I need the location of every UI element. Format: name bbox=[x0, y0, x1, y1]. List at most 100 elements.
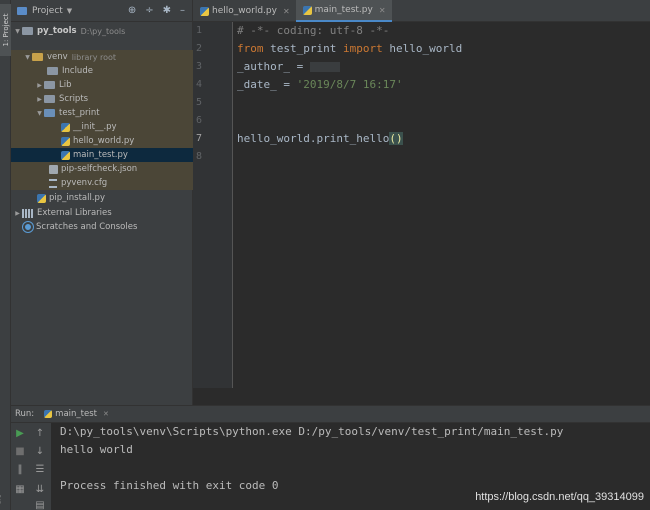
python-file-icon bbox=[44, 410, 53, 418]
tree-item-py-tools[interactable]: ▼ py_tools D:\py_tools bbox=[11, 24, 193, 38]
line-number: 5 bbox=[195, 97, 202, 108]
keyword-from: from bbox=[237, 42, 264, 55]
console-line: D:\py_tools\venv\Scripts\python.exe D:/p… bbox=[60, 425, 564, 438]
tree-item-init-py[interactable]: __init__.py bbox=[11, 120, 193, 134]
run-tab-main-test[interactable]: main_test ✕ bbox=[44, 409, 109, 419]
close-icon[interactable]: ✕ bbox=[379, 6, 386, 15]
tree-item-label: test_print bbox=[59, 108, 100, 118]
line-number: 1 bbox=[195, 25, 202, 36]
tree-item-label: pyvenv.cfg bbox=[61, 178, 108, 188]
tree-item-label: Scripts bbox=[59, 94, 89, 104]
config-file-icon bbox=[49, 178, 57, 188]
close-icon[interactable]: ✕ bbox=[283, 7, 290, 16]
stop-icon[interactable]: ■ bbox=[13, 445, 27, 459]
code-editor[interactable]: # -*- coding: utf-8 -*- from test_print … bbox=[237, 22, 650, 388]
expand-arrow-icon[interactable]: ▼ bbox=[35, 110, 44, 117]
project-panel: Project ▼ ⊕ ÷ ✱ – ▼ py_tools D:\py_tools… bbox=[11, 0, 193, 405]
keyword-import: import bbox=[342, 42, 383, 55]
scratches-icon bbox=[23, 222, 33, 232]
tab-label: hello_world.py bbox=[212, 6, 277, 16]
console-line: Process finished with exit code 0 bbox=[60, 479, 279, 492]
tree-item-pyvenv-cfg[interactable]: pyvenv.cfg bbox=[11, 176, 193, 190]
tab-hello-world-py[interactable]: hello_world.py ✕ bbox=[193, 0, 296, 22]
tree-item-label: Lib bbox=[59, 80, 72, 90]
rerun-icon[interactable]: ▶ bbox=[13, 427, 27, 441]
tree-item-label: py_tools bbox=[37, 26, 77, 36]
watermark: https://blog.csdn.net/qq_39314099 bbox=[475, 491, 644, 503]
settings-gear-icon[interactable]: ✱ bbox=[163, 5, 171, 16]
package-folder-icon bbox=[44, 109, 55, 117]
python-file-icon bbox=[200, 6, 209, 16]
python-file-icon bbox=[302, 5, 312, 15]
structure-tool-tab[interactable]: ure bbox=[0, 495, 2, 505]
scroll-to-end-icon[interactable]: ⇊ bbox=[33, 483, 47, 497]
editor-tabs-bar: hello_world.py ✕ main_test.py ✕ bbox=[193, 0, 650, 22]
tree-item-lib[interactable]: ▶ Lib bbox=[11, 78, 193, 92]
author-assign: _author_ = bbox=[237, 60, 310, 73]
code-line-4: _date_ = '2019/8/7 16:17' bbox=[237, 76, 403, 94]
tree-item-test-print[interactable]: ▼ test_print bbox=[11, 106, 193, 120]
import-name: hello_world bbox=[382, 42, 463, 55]
tree-item-label: pip_install.py bbox=[49, 193, 105, 203]
module-name: test_print bbox=[263, 42, 343, 55]
folder-icon bbox=[32, 53, 43, 61]
run-tab-label: main_test bbox=[55, 409, 97, 419]
console-line: hello world bbox=[60, 443, 133, 456]
project-panel-header: Project ▼ ⊕ ÷ ✱ – bbox=[11, 0, 192, 22]
run-panel-header: Run: main_test ✕ bbox=[11, 405, 650, 423]
project-folder-icon bbox=[17, 6, 27, 15]
tree-item-label: Include bbox=[62, 66, 93, 76]
tree-item-label: hello_world.py bbox=[73, 136, 135, 146]
pause-icon[interactable]: ‖ bbox=[13, 463, 27, 477]
tree-item-hello-world-py[interactable]: hello_world.py bbox=[11, 134, 193, 148]
tree-item-main-test-py[interactable]: main_test.py bbox=[11, 148, 193, 162]
locate-file-icon[interactable]: ⊕ bbox=[128, 5, 136, 16]
tree-item-pip-selfcheck[interactable]: pip-selfcheck.json bbox=[11, 162, 193, 176]
tree-item-scratches[interactable]: Scratches and Consoles bbox=[11, 220, 193, 234]
soft-wrap-icon[interactable]: ☰ bbox=[33, 463, 47, 477]
json-file-icon bbox=[49, 164, 58, 174]
collapse-arrow-icon[interactable]: ▶ bbox=[35, 96, 44, 103]
libraries-icon bbox=[22, 208, 33, 218]
line-number: 6 bbox=[195, 115, 202, 126]
expand-arrow-icon[interactable]: ▼ bbox=[13, 28, 22, 35]
run-toolbar: ▶ ↑ ■ ↓ ‖ ☰ ▦ ⇊ ▤ bbox=[11, 423, 51, 510]
project-panel-toolbar: ⊕ ÷ ✱ – bbox=[128, 5, 192, 16]
tree-item-label: pip-selfcheck.json bbox=[61, 164, 138, 174]
folder-icon bbox=[44, 95, 55, 103]
expand-arrow-icon[interactable]: ▼ bbox=[23, 54, 32, 61]
line-number: 8 bbox=[195, 151, 202, 162]
tree-item-path: D:\py_tools bbox=[80, 26, 126, 36]
line-number: 4 bbox=[195, 79, 202, 90]
python-file-icon bbox=[61, 122, 70, 132]
tree-item-include[interactable]: Include bbox=[11, 64, 193, 78]
layout-icon[interactable]: ▦ bbox=[13, 483, 27, 497]
line-number: 3 bbox=[195, 61, 202, 72]
chevron-down-icon[interactable]: ▼ bbox=[67, 7, 72, 15]
project-tool-tab[interactable]: 1: Project bbox=[0, 4, 11, 56]
tab-main-test-py[interactable]: main_test.py ✕ bbox=[295, 0, 392, 22]
tree-item-external-libraries[interactable]: ▶ External Libraries bbox=[11, 206, 193, 220]
tree-item-scripts[interactable]: ▶ Scripts bbox=[11, 92, 193, 106]
code-line-7: hello_world.print_hello() bbox=[237, 130, 403, 148]
tree-item-label: __init__.py bbox=[73, 122, 117, 132]
tree-item-venv[interactable]: ▼ venv library root bbox=[11, 50, 193, 64]
collapse-all-icon[interactable]: ÷ bbox=[145, 5, 153, 16]
close-icon[interactable]: ✕ bbox=[103, 410, 109, 418]
tree-item-pip-install-py[interactable]: pip_install.py bbox=[11, 191, 193, 205]
line-number: 2 bbox=[195, 43, 202, 54]
arrow-up-icon[interactable]: ↑ bbox=[33, 427, 47, 441]
tab-label: main_test.py bbox=[314, 5, 373, 15]
tree-item-label: Scratches and Consoles bbox=[36, 222, 138, 232]
project-view-selector[interactable]: Project bbox=[32, 6, 63, 16]
project-tool-tab-label: 1: Project bbox=[2, 13, 10, 47]
run-label: Run: bbox=[15, 409, 35, 419]
tree-item-label: External Libraries bbox=[37, 208, 112, 218]
print-icon[interactable]: ▤ bbox=[33, 499, 47, 510]
hide-panel-icon[interactable]: – bbox=[180, 5, 185, 16]
collapse-arrow-icon[interactable]: ▶ bbox=[35, 82, 44, 89]
tree-item-label: main_test.py bbox=[73, 150, 128, 160]
arrow-down-icon[interactable]: ↓ bbox=[33, 445, 47, 459]
matched-parens: () bbox=[389, 132, 403, 145]
collapse-arrow-icon[interactable]: ▶ bbox=[13, 210, 22, 217]
